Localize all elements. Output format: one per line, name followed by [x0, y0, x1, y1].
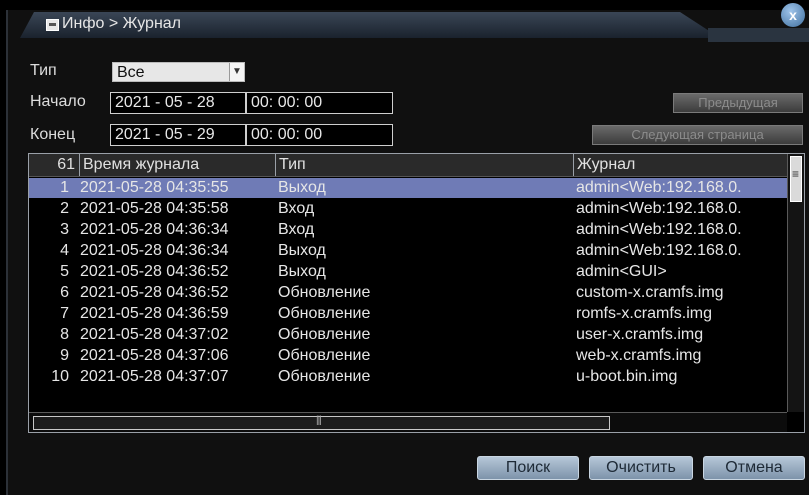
- row-log: user-x.cramfs.img: [576, 326, 704, 343]
- next-page-button[interactable]: Следующая страница: [592, 125, 803, 145]
- row-type: Обновление: [278, 368, 371, 385]
- row-number: 6: [60, 284, 69, 301]
- row-log: custom-x.cramfs.img: [576, 284, 724, 301]
- row-type: Выход: [278, 263, 326, 280]
- table-row[interactable]: 3 2021-05-28 04:36:34 Вход admin<Web:192…: [29, 220, 787, 240]
- row-log: romfs-x.cramfs.img: [576, 305, 712, 322]
- row-number: 1: [60, 179, 69, 196]
- table-header: 61 Время журнала Тип Журнал: [29, 154, 787, 177]
- row-number: 5: [60, 263, 69, 280]
- start-time-field[interactable]: 00: 00: 00: [246, 92, 393, 114]
- row-type: Выход: [278, 242, 326, 259]
- row-number: 2: [60, 200, 69, 217]
- row-time: 2021-05-28 04:35:58: [80, 200, 229, 217]
- row-number: 10: [51, 368, 69, 385]
- row-time: 2021-05-28 04:35:55: [80, 179, 229, 196]
- row-time: 2021-05-28 04:36:34: [80, 242, 229, 259]
- row-type: Обновление: [278, 326, 371, 343]
- table-row[interactable]: 10 2021-05-28 04:37:07 Обновление u-boot…: [29, 367, 787, 387]
- row-type: Обновление: [278, 305, 371, 322]
- clear-button[interactable]: Очистить: [589, 456, 693, 480]
- row-time: 2021-05-28 04:37:06: [80, 347, 229, 364]
- row-type: Выход: [278, 179, 326, 196]
- close-button[interactable]: x: [781, 3, 805, 27]
- prev-page-button[interactable]: Предыдущая: [673, 93, 803, 113]
- column-header-type[interactable]: Тип: [275, 154, 573, 176]
- vertical-scrollbar[interactable]: [787, 154, 804, 412]
- row-number: 9: [60, 347, 69, 364]
- table-row[interactable]: 4 2021-05-28 04:36:34 Выход admin<Web:19…: [29, 241, 787, 261]
- table-row[interactable]: 6 2021-05-28 04:36:52 Обновление custom-…: [29, 283, 787, 303]
- row-time: 2021-05-28 04:37:07: [80, 368, 229, 385]
- row-log: admin<Web:192.168.0.: [576, 200, 742, 217]
- row-number: 8: [60, 326, 69, 343]
- end-date-field[interactable]: 2021 - 05 - 29: [110, 124, 246, 146]
- row-log: admin<Web:192.168.0.: [576, 242, 742, 259]
- start-label: Начало: [30, 93, 86, 110]
- row-type: Вход: [278, 221, 315, 238]
- horizontal-scrollbar[interactable]: [29, 412, 787, 432]
- row-time: 2021-05-28 04:36:52: [80, 263, 229, 280]
- row-number: 3: [60, 221, 69, 238]
- table-row[interactable]: 7 2021-05-28 04:36:59 Обновление romfs-x…: [29, 304, 787, 324]
- table-row[interactable]: 8 2021-05-28 04:37:02 Обновление user-x.…: [29, 325, 787, 345]
- search-button[interactable]: Поиск: [477, 456, 579, 480]
- column-header-log[interactable]: Журнал: [573, 154, 787, 176]
- row-log: admin<GUI>: [576, 263, 667, 280]
- info-icon: [46, 19, 59, 31]
- log-table: 61 Время журнала Тип Журнал 1 2021-05-28…: [28, 153, 805, 433]
- row-number: 7: [60, 305, 69, 322]
- type-select[interactable]: Все ▼: [112, 62, 245, 82]
- row-log: u-boot.bin.img: [576, 368, 678, 385]
- row-number: 4: [60, 242, 69, 259]
- end-label: Конец: [30, 126, 76, 143]
- row-type: Обновление: [278, 347, 371, 364]
- row-type: Обновление: [278, 284, 371, 301]
- row-log: admin<Web:192.168.0.: [576, 221, 742, 238]
- title-bar-tail: [708, 28, 809, 42]
- row-log: admin<Web:192.168.0.: [576, 179, 742, 196]
- row-type: Вход: [278, 200, 315, 217]
- table-row[interactable]: 9 2021-05-28 04:37:06 Обновление web-x.c…: [29, 346, 787, 366]
- column-header-time[interactable]: Время журнала: [79, 154, 275, 176]
- row-time: 2021-05-28 04:37:02: [80, 326, 229, 343]
- row-time: 2021-05-28 04:36:52: [80, 284, 229, 301]
- cancel-button[interactable]: Отмена: [703, 456, 805, 480]
- table-row[interactable]: 1 2021-05-28 04:35:55 Выход admin<Web:19…: [29, 178, 787, 198]
- chevron-down-icon[interactable]: ▼: [229, 63, 244, 81]
- table-row[interactable]: 5 2021-05-28 04:36:52 Выход admin<GUI>: [29, 262, 787, 282]
- start-date-field[interactable]: 2021 - 05 - 28: [110, 92, 246, 114]
- row-time: 2021-05-28 04:36:34: [80, 221, 229, 238]
- row-time: 2021-05-28 04:36:59: [80, 305, 229, 322]
- row-log: web-x.cramfs.img: [576, 347, 702, 364]
- table-row[interactable]: 2 2021-05-28 04:35:58 Вход admin<Web:192…: [29, 199, 787, 219]
- end-time-field[interactable]: 00: 00: 00: [246, 124, 393, 146]
- window-title: Инфо > Журнал: [62, 15, 182, 32]
- type-label: Тип: [30, 62, 57, 79]
- vertical-scroll-thumb[interactable]: [790, 156, 802, 202]
- type-select-value: Все: [117, 64, 145, 81]
- column-header-count: 61: [57, 156, 75, 173]
- horizontal-scroll-thumb[interactable]: [33, 415, 610, 430]
